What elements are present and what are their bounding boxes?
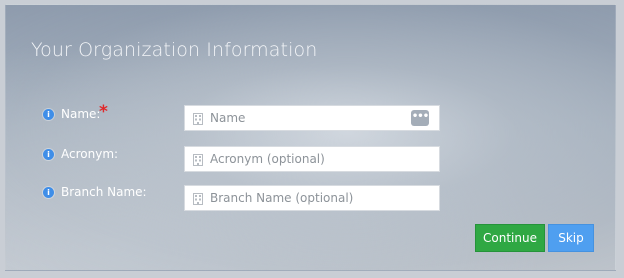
skip-button[interactable]: Skip xyxy=(548,224,594,252)
required-asterisk: * xyxy=(99,102,108,122)
branch-name-input[interactable] xyxy=(210,186,410,210)
info-icon[interactable]: i xyxy=(43,187,54,198)
info-icon[interactable]: i xyxy=(43,149,54,160)
branch-name-field[interactable] xyxy=(184,185,440,211)
acronym-input[interactable] xyxy=(210,147,410,171)
name-label: Name: xyxy=(61,107,101,121)
building-icon xyxy=(193,113,203,125)
info-icon[interactable]: i xyxy=(43,109,54,120)
name-input[interactable] xyxy=(210,106,410,130)
ellipsis-icon[interactable]: ••• xyxy=(411,110,429,126)
page-title: Your Organization Information xyxy=(31,39,318,61)
acronym-label: Acronym: xyxy=(61,147,119,161)
building-icon xyxy=(193,154,203,166)
continue-button[interactable]: Continue xyxy=(475,224,545,252)
building-icon xyxy=(193,193,203,205)
name-field[interactable]: ••• xyxy=(184,105,440,131)
branch-name-label: Branch Name: xyxy=(61,185,147,199)
organization-info-panel: Your Organization Information i Name: * … xyxy=(5,4,616,271)
acronym-field[interactable] xyxy=(184,146,440,172)
